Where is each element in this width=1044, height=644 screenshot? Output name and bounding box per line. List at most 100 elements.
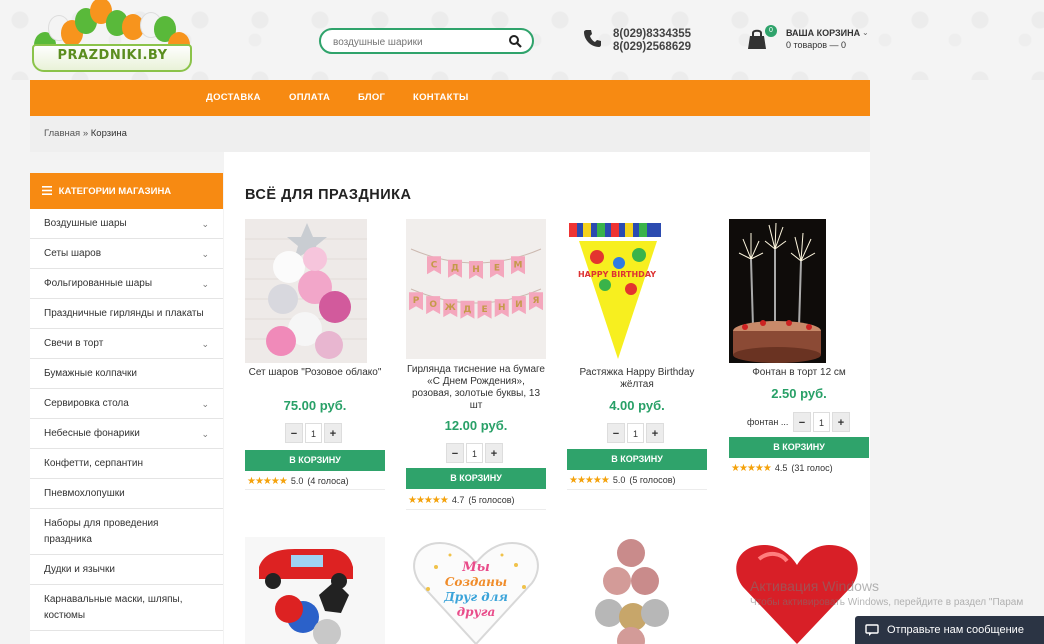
add-to-cart-button[interactable]: В КОРЗИНУ [245, 450, 385, 471]
chevron-down-icon[interactable]: ⌄ [201, 279, 209, 290]
sidebar-item-confetti[interactable]: Конфетти, серпантин [30, 449, 223, 479]
nav-contacts[interactable]: КОНТАКТЫ [413, 92, 469, 103]
product-rating: ★★★★★ 5.0 (4 голоса) [247, 476, 349, 487]
quantity-stepper: − 1 + [446, 443, 506, 463]
sidebar-item-label: Карнавальные маски, шляпы, костюмы [44, 593, 183, 621]
qty-plus-button[interactable]: + [646, 423, 664, 443]
sidebar-item-paper-hats[interactable]: Бумажные колпачки [30, 359, 223, 389]
phone-numbers: 8(029)8334355 8(029)2568629 [613, 28, 691, 54]
sidebar-item-foil-balloons[interactable]: Фольгированные шары ⌄ [30, 269, 223, 299]
sidebar-item-sky-lanterns[interactable]: Небесные фонарики ⌄ [30, 419, 223, 449]
sidebar-item-tableware[interactable]: Сервировка стола ⌄ [30, 389, 223, 419]
send-message-button[interactable]: Отправьте нам сообщение [855, 616, 1044, 644]
rating-votes: (4 голоса) [307, 476, 349, 486]
add-to-cart-button[interactable]: В КОРЗИНУ [729, 437, 869, 458]
nav-blog[interactable]: БЛОГ [358, 92, 385, 103]
chevron-down-icon[interactable]: ⌄ [201, 339, 209, 350]
qty-plus-button[interactable]: + [832, 412, 850, 432]
qty-minus-button[interactable]: − [285, 423, 303, 443]
add-to-cart-button[interactable]: В КОРЗИНУ [567, 449, 707, 470]
qty-value[interactable]: 1 [305, 423, 322, 443]
phone-number-1[interactable]: 8(029)8334355 [613, 28, 691, 41]
qty-minus-button[interactable]: − [607, 423, 625, 443]
rating-score: 5.0 [290, 476, 304, 486]
qty-plus-button[interactable]: + [324, 423, 342, 443]
site-logo[interactable]: PRAZDNIKI.BY [30, 0, 195, 80]
garland-letter: Я [533, 296, 540, 306]
sidebar-item-balloon-sets[interactable]: Сеты шаров ⌄ [30, 239, 223, 269]
add-to-cart-button[interactable]: В КОРЗИНУ [406, 468, 546, 489]
chevron-down-icon[interactable]: ⌄ [862, 28, 869, 37]
product-price: 2.50 руб. [771, 386, 827, 401]
rating-stars-icon[interactable]: ★★★★★ [408, 495, 449, 506]
qty-value[interactable]: 1 [466, 443, 483, 463]
product-image[interactable] [245, 219, 367, 363]
product-image[interactable] [245, 537, 385, 644]
activation-watermark-text: Чтобы активировать Windows, перейдите в … [750, 597, 1024, 608]
product-name[interactable]: Сет шаров "Розовое облако" [245, 367, 385, 379]
rating-score: 5.0 [612, 475, 626, 485]
rating-votes: (5 голосов) [468, 495, 515, 505]
nav-delivery[interactable]: ДОСТАВКА [206, 92, 261, 103]
quantity-stepper: − 1 + [607, 423, 667, 443]
breadcrumb-current: Корзина [90, 128, 127, 139]
qty-plus-button[interactable]: + [485, 443, 503, 463]
nav-payment[interactable]: ОПЛАТА [289, 92, 330, 103]
product-image[interactable] [729, 219, 826, 363]
product-price: 75.00 руб. [283, 398, 347, 413]
breadcrumb-home[interactable]: Главная [44, 128, 80, 139]
product-rating: ★★★★★ 4.5 (31 голос) [731, 463, 833, 474]
qty-minus-button[interactable]: − [446, 443, 464, 463]
sidebar-item-label: Конфетти, серпантин [44, 457, 143, 469]
product-name[interactable]: Растяжка Happy Birthday жёлтая [567, 367, 707, 391]
sidebar-item-label: Воздушные шары [44, 217, 127, 229]
search-icon[interactable] [508, 34, 522, 48]
rating-score: 4.7 [451, 495, 465, 505]
qty-minus-button[interactable]: − [793, 412, 811, 432]
rating-stars-icon[interactable]: ★★★★★ [569, 475, 610, 486]
sidebar-item-whistles[interactable]: Дудки и язычки [30, 555, 223, 585]
chevron-down-icon[interactable]: ⌄ [201, 429, 209, 440]
sidebar-item-poppers[interactable]: Пневмохлопушки [30, 479, 223, 509]
product-price: 12.00 руб. [444, 418, 508, 433]
qty-variant-label[interactable]: фонтан ... [747, 417, 788, 427]
main-nav: ДОСТАВКА ОПЛАТА БЛОГ КОНТАКТЫ [30, 80, 870, 116]
phone-icon [584, 30, 601, 47]
main-content: ВСЁ ДЛЯ ПРАЗДНИКА Сет шаров "Розовое обл… [224, 152, 870, 644]
sidebar-item-label: Пневмохлопушки [44, 487, 125, 499]
chevron-down-icon[interactable]: ⌄ [201, 399, 209, 410]
sidebar-item-party-kits[interactable]: Наборы для проведения праздника [30, 509, 223, 555]
heart-text-line: Друг для [443, 590, 508, 604]
sidebar-item-balloons[interactable]: Воздушные шары ⌄ [30, 209, 223, 239]
sidebar-item-garlands[interactable]: Праздничные гирлянды и плакаты [30, 299, 223, 329]
product-image[interactable]: СДНЕМРОЖДЕНИЯ [406, 219, 546, 359]
product-image[interactable]: HAPPY BIRTHDAY [567, 219, 707, 363]
search-input[interactable] [333, 34, 503, 50]
qty-value[interactable]: 1 [813, 412, 830, 432]
garland-letter: Д [451, 264, 459, 274]
rating-stars-icon[interactable]: ★★★★★ [247, 476, 288, 487]
sidebar-item-label: Сервировка стола [44, 397, 129, 409]
chevron-down-icon[interactable]: ⌄ [201, 219, 209, 230]
garland-letter: Е [481, 305, 487, 315]
product-image[interactable]: Мы Созданы Друг для друга [406, 537, 546, 644]
cart-title[interactable]: ВАША КОРЗИНА [786, 28, 860, 38]
garland-letter: Н [472, 265, 480, 275]
rating-stars-icon[interactable]: ★★★★★ [731, 463, 772, 474]
qty-value[interactable]: 1 [627, 423, 644, 443]
sidebar-item-carnival[interactable]: Карнавальные маски, шляпы, костюмы [30, 585, 223, 631]
sidebar-item-label: Небесные фонарики [44, 427, 140, 439]
product-price: 4.00 руб. [609, 398, 665, 413]
phone-number-2[interactable]: 8(029)2568629 [613, 41, 691, 54]
product-image[interactable] [567, 537, 707, 644]
search-box [319, 28, 534, 54]
sidebar-item-candles[interactable]: Свечи в торт ⌄ [30, 329, 223, 359]
quantity-stepper: фонтан ... − 1 + [747, 412, 857, 432]
product-name[interactable]: Гирлянда тиснение на бумаге «С Днем Рожд… [406, 364, 546, 412]
breadcrumb-separator: » [82, 128, 89, 139]
product-name[interactable]: Фонтан в торт 12 см [729, 367, 869, 379]
section-title: ВСЁ ДЛЯ ПРАЗДНИКА [245, 187, 412, 203]
chevron-down-icon[interactable]: ⌄ [201, 249, 209, 260]
sidebar-item-label: Фольгированные шары [44, 277, 153, 289]
breadcrumb-bar: Главная » Корзина [30, 116, 870, 152]
